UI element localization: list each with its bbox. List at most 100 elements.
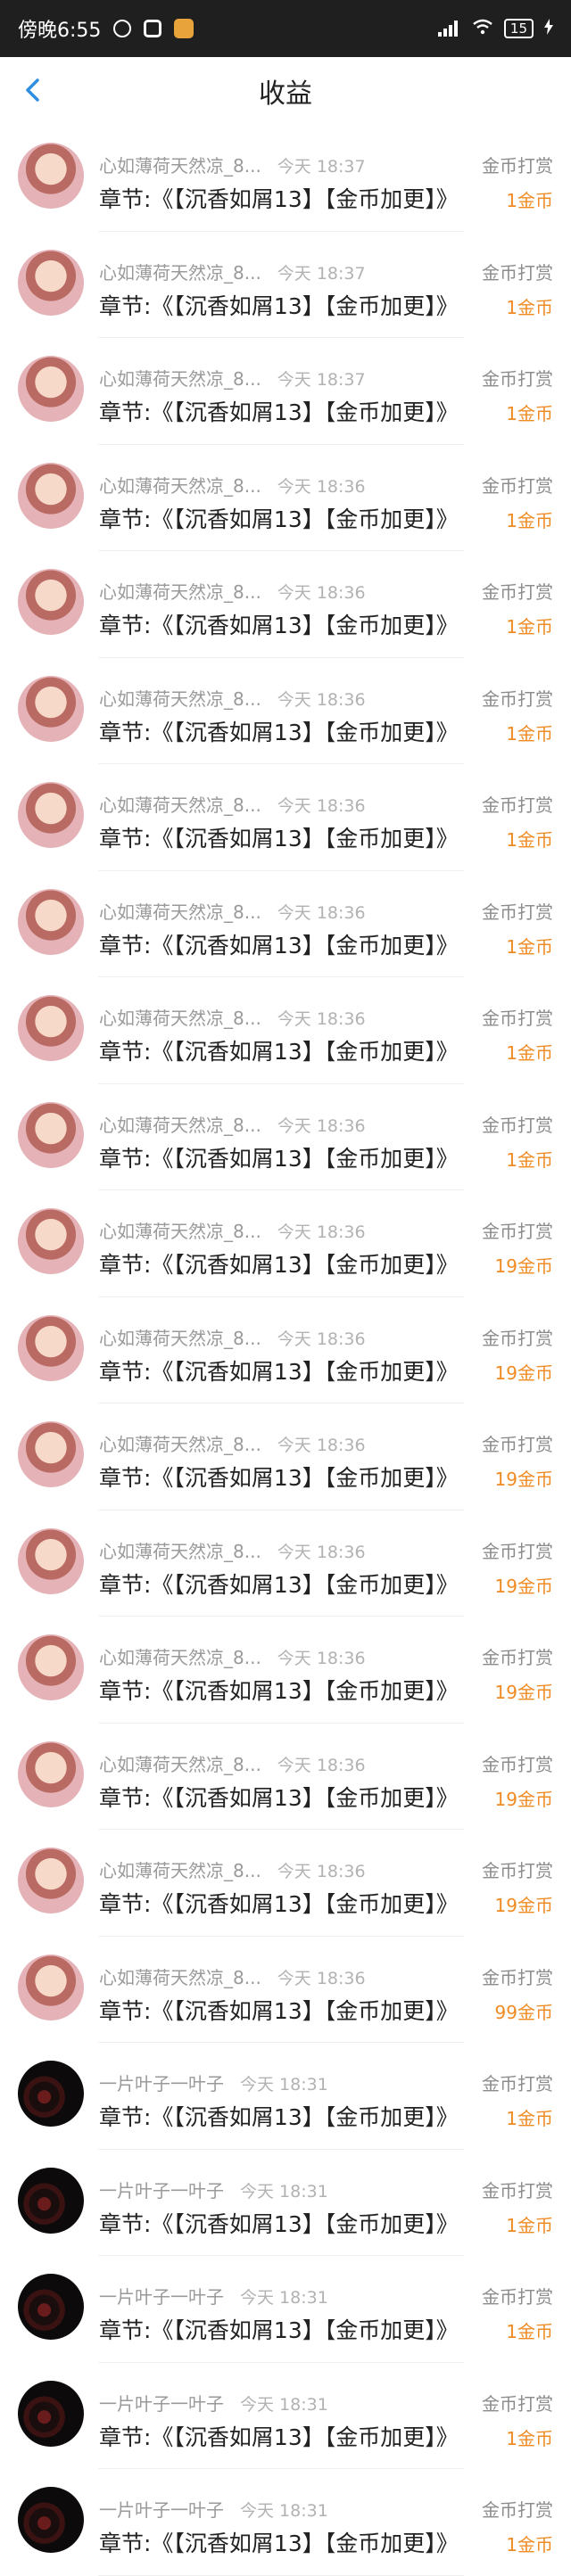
user-avatar[interactable] bbox=[18, 888, 84, 955]
earnings-record-row[interactable]: 心如薄荷天然凉_8... 今天 18:37 章节:《【沉香如屑13】【金币加更】》… bbox=[0, 232, 571, 339]
record-chapter: 章节:《【沉香如屑13】【金币加更】》 bbox=[99, 826, 459, 852]
record-amount: 1金币 bbox=[506, 403, 553, 424]
earnings-record-row[interactable]: 心如薄荷天然凉_8... 今天 18:37 章节:《【沉香如屑13】【金币加更】》… bbox=[0, 338, 571, 445]
user-avatar[interactable] bbox=[18, 1741, 84, 1807]
record-time: 今天 18:31 bbox=[240, 2501, 328, 2521]
user-avatar[interactable] bbox=[18, 995, 84, 1061]
record-user-name: 一片叶子一叶子 bbox=[99, 2499, 224, 2521]
record-amount: 19金币 bbox=[494, 1362, 553, 1384]
record-user-name: 心如薄荷天然凉_8... bbox=[99, 1434, 261, 1455]
record-time: 今天 18:37 bbox=[277, 157, 366, 177]
user-avatar[interactable] bbox=[18, 1421, 84, 1487]
status-time: 傍晚6:55 bbox=[18, 20, 102, 42]
record-time: 今天 18:36 bbox=[277, 1115, 366, 1136]
record-amount: 1金币 bbox=[506, 722, 553, 745]
earnings-record-row[interactable]: 一片叶子一叶子 今天 18:31 章节:《【沉香如屑13】【金币加更】》 金币打赏… bbox=[0, 2469, 571, 2576]
earnings-record-row[interactable]: 心如薄荷天然凉_8... 今天 18:36 章节:《【沉香如屑13】【金币加更】》… bbox=[0, 1830, 571, 1937]
earnings-record-row[interactable]: 心如薄荷天然凉_8... 今天 18:36 章节:《【沉香如屑13】【金币加更】》… bbox=[0, 1617, 571, 1724]
record-chapter: 章节:《【沉香如屑13】【金币加更】》 bbox=[99, 506, 459, 532]
record-amount: 1金币 bbox=[506, 1148, 553, 1171]
record-chapter: 章节:《【沉香如屑13】【金币加更】》 bbox=[99, 292, 459, 319]
record-time: 今天 18:36 bbox=[277, 1222, 366, 1242]
earnings-record-row[interactable]: 心如薄荷天然凉_8... 今天 18:37 章节:《【沉香如屑13】【金币加更】》… bbox=[0, 125, 571, 232]
earnings-record-row[interactable]: 心如薄荷天然凉_8... 今天 18:36 章节:《【沉香如屑13】【金币加更】》… bbox=[0, 1724, 571, 1831]
record-chapter: 章节:《【沉香如屑13】【金币加更】》 bbox=[99, 2531, 459, 2556]
alarm-icon bbox=[113, 20, 132, 37]
user-avatar[interactable] bbox=[18, 462, 84, 529]
earnings-record-row[interactable]: 心如薄荷天然凉_8... 今天 18:36 章节:《【沉香如屑13】【金币加更】》… bbox=[0, 445, 571, 552]
user-avatar[interactable] bbox=[18, 1208, 84, 1274]
record-user-line: 一片叶子一叶子 今天 18:31 bbox=[99, 2177, 328, 2202]
record-type: 金币打赏 bbox=[482, 1966, 553, 1988]
app-notification-icon bbox=[144, 20, 162, 37]
record-type: 金币打赏 bbox=[482, 1540, 553, 1562]
battery-icon: 15 bbox=[503, 19, 534, 38]
earnings-record-row[interactable]: 心如薄荷天然凉_8... 今天 18:36 章节:《【沉香如屑13】【金币加更】》… bbox=[0, 1084, 571, 1191]
record-user-name: 心如薄荷天然凉_8... bbox=[99, 901, 261, 923]
earnings-record-row[interactable]: 一片叶子一叶子 今天 18:31 章节:《【沉香如屑13】【金币加更】》 金币打赏… bbox=[0, 2043, 571, 2150]
earnings-list: 心如薄荷天然凉_8... 今天 18:37 章节:《【沉香如屑13】【金币加更】》… bbox=[0, 125, 571, 2576]
status-bar-left: 傍晚6:55 bbox=[18, 14, 194, 43]
record-user-name: 心如薄荷天然凉_8... bbox=[99, 1647, 261, 1668]
record-user-name: 心如薄荷天然凉_8... bbox=[99, 1327, 261, 1349]
earnings-record-row[interactable]: 心如薄荷天然凉_8... 今天 18:36 章节:《【沉香如屑13】【金币加更】》… bbox=[0, 764, 571, 871]
earnings-record-row[interactable]: 一片叶子一叶子 今天 18:31 章节:《【沉香如屑13】【金币加更】》 金币打赏… bbox=[0, 2150, 571, 2257]
record-chapter: 章节:《【沉香如屑13】【金币加更】》 bbox=[99, 2210, 459, 2237]
record-user-name: 心如薄荷天然凉_8... bbox=[99, 1860, 261, 1881]
record-user-name: 心如薄荷天然凉_8... bbox=[99, 368, 261, 390]
user-avatar[interactable] bbox=[18, 1848, 84, 1913]
record-time: 今天 18:36 bbox=[277, 1542, 366, 1562]
record-amount: 1金币 bbox=[506, 2534, 553, 2555]
earnings-record-row[interactable]: 心如薄荷天然凉_8... 今天 18:36 章节:《【沉香如屑13】【金币加更】》… bbox=[0, 658, 571, 765]
user-avatar[interactable] bbox=[18, 356, 84, 422]
record-type: 金币打赏 bbox=[482, 1008, 553, 1029]
back-arrow-icon[interactable] bbox=[20, 77, 46, 103]
record-chapter: 章节:《【沉香如屑13】【金币加更】》 bbox=[99, 1678, 459, 1704]
user-avatar[interactable] bbox=[18, 1634, 84, 1700]
earnings-record-row[interactable]: 心如薄荷天然凉_8... 今天 18:36 章节:《【沉香如屑13】【金币加更】》… bbox=[0, 977, 571, 1084]
record-type: 金币打赏 bbox=[482, 368, 553, 390]
earnings-record-row[interactable]: 心如薄荷天然凉_8... 今天 18:36 章节:《【沉香如屑13】【金币加更】》… bbox=[0, 1510, 571, 1617]
user-avatar[interactable] bbox=[18, 782, 84, 848]
user-avatar[interactable] bbox=[18, 2061, 84, 2127]
record-amount: 1金币 bbox=[506, 935, 553, 958]
record-chapter: 章节:《【沉香如屑13】【金币加更】》 bbox=[99, 2104, 459, 2130]
earnings-record-row[interactable]: 心如薄荷天然凉_8... 今天 18:36 章节:《【沉香如屑13】【金币加更】》… bbox=[0, 871, 571, 978]
earnings-record-row[interactable]: 一片叶子一叶子 今天 18:31 章节:《【沉香如屑13】【金币加更】》 金币打赏… bbox=[0, 2256, 571, 2363]
record-type: 金币打赏 bbox=[482, 1221, 553, 1242]
record-user-name: 心如薄荷天然凉_8... bbox=[99, 261, 261, 284]
user-avatar[interactable] bbox=[18, 1314, 84, 1381]
record-time: 今天 18:31 bbox=[240, 2075, 328, 2095]
earnings-record-row[interactable]: 心如薄荷天然凉_8... 今天 18:36 章节:《【沉香如屑13】【金币加更】》… bbox=[0, 1937, 571, 2044]
user-avatar[interactable] bbox=[18, 2380, 84, 2447]
earnings-record-row[interactable]: 心如薄荷天然凉_8... 今天 18:36 章节:《【沉香如屑13】【金币加更】》… bbox=[0, 1297, 571, 1404]
user-avatar[interactable] bbox=[18, 249, 84, 316]
record-time: 今天 18:31 bbox=[240, 2181, 328, 2202]
record-amount: 19金币 bbox=[494, 1682, 553, 1703]
user-avatar[interactable] bbox=[18, 675, 84, 742]
user-avatar[interactable] bbox=[18, 1101, 84, 1168]
user-avatar[interactable] bbox=[18, 143, 84, 209]
record-time: 今天 18:36 bbox=[277, 1329, 366, 1349]
record-user-name: 一片叶子一叶子 bbox=[99, 2392, 224, 2415]
record-type: 金币打赏 bbox=[482, 155, 553, 177]
user-avatar[interactable] bbox=[18, 1527, 84, 1594]
record-time: 今天 18:36 bbox=[277, 583, 366, 603]
user-avatar[interactable] bbox=[18, 2487, 84, 2553]
earnings-record-row[interactable]: 心如薄荷天然凉_8... 今天 18:36 章节:《【沉香如屑13】【金币加更】》… bbox=[0, 1190, 571, 1297]
record-type: 金币打赏 bbox=[482, 2392, 553, 2415]
record-time: 今天 18:36 bbox=[277, 1968, 366, 1988]
earnings-record-row[interactable]: 心如薄荷天然凉_8... 今天 18:36 章节:《【沉香如屑13】【金币加更】》… bbox=[0, 551, 571, 658]
user-avatar[interactable] bbox=[18, 569, 84, 635]
earnings-record-row[interactable]: 心如薄荷天然凉_8... 今天 18:36 章节:《【沉香如屑13】【金币加更】》… bbox=[0, 1403, 571, 1510]
user-avatar[interactable] bbox=[18, 2167, 84, 2234]
record-chapter: 章节:《【沉香如屑13】【金币加更】》 bbox=[99, 1039, 459, 1065]
record-chapter: 章节:《【沉香如屑13】【金币加更】》 bbox=[99, 399, 459, 425]
user-avatar[interactable] bbox=[18, 2274, 84, 2340]
record-chapter: 章节:《【沉香如屑13】【金币加更】》 bbox=[99, 1997, 459, 2024]
record-type: 金币打赏 bbox=[482, 1434, 553, 1455]
earnings-record-row[interactable]: 一片叶子一叶子 今天 18:31 章节:《【沉香如屑13】【金币加更】》 金币打赏… bbox=[0, 2363, 571, 2470]
record-type: 金币打赏 bbox=[482, 2073, 553, 2095]
user-avatar[interactable] bbox=[18, 1954, 84, 2020]
record-user-line: 心如薄荷天然凉_8... 今天 18:36 bbox=[99, 1963, 366, 1989]
